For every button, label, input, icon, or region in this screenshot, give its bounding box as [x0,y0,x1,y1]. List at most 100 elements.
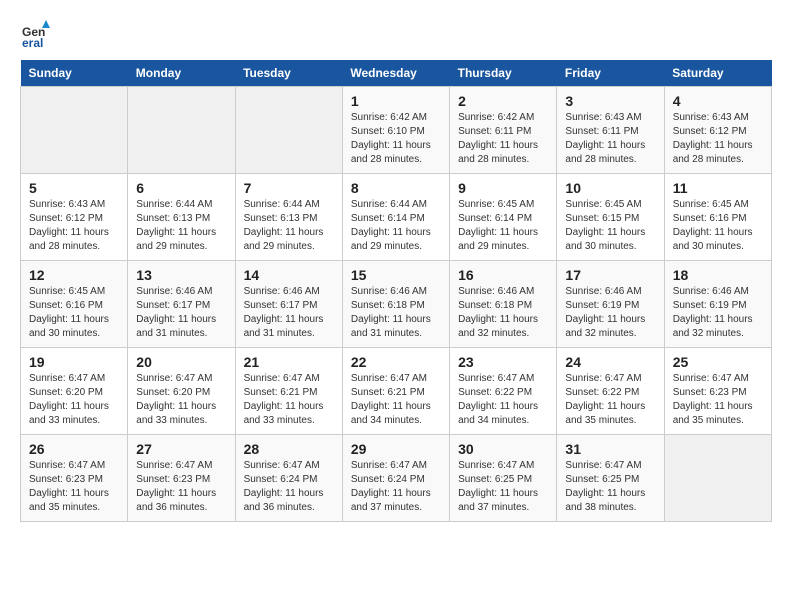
calendar-cell [235,87,342,174]
day-info: Sunrise: 6:44 AM Sunset: 6:13 PM Dayligh… [136,198,226,254]
day-info: Sunrise: 6:47 AM Sunset: 6:21 PM Dayligh… [351,372,441,428]
calendar-body: 1 Sunrise: 6:42 AM Sunset: 6:10 PM Daylig… [21,87,772,522]
calendar-day-header: Friday [557,60,664,87]
day-number: 25 [673,354,763,370]
day-number: 21 [244,354,334,370]
day-info: Sunrise: 6:45 AM Sunset: 6:16 PM Dayligh… [673,198,763,254]
day-number: 24 [565,354,655,370]
day-number: 30 [458,441,548,457]
day-number: 5 [29,180,119,196]
day-info: Sunrise: 6:47 AM Sunset: 6:24 PM Dayligh… [244,459,334,515]
calendar-cell: 25 Sunrise: 6:47 AM Sunset: 6:23 PM Dayli… [664,348,771,435]
calendar-week-row: 1 Sunrise: 6:42 AM Sunset: 6:10 PM Daylig… [21,87,772,174]
calendar-header-row: SundayMondayTuesdayWednesdayThursdayFrid… [21,60,772,87]
day-number: 13 [136,267,226,283]
day-number: 4 [673,93,763,109]
day-number: 14 [244,267,334,283]
day-info: Sunrise: 6:43 AM Sunset: 6:12 PM Dayligh… [673,111,763,167]
calendar-day-header: Sunday [21,60,128,87]
page-header: Gen eral [20,20,772,50]
day-info: Sunrise: 6:47 AM Sunset: 6:20 PM Dayligh… [136,372,226,428]
calendar-day-header: Monday [128,60,235,87]
day-number: 17 [565,267,655,283]
day-number: 27 [136,441,226,457]
day-number: 15 [351,267,441,283]
day-number: 3 [565,93,655,109]
day-info: Sunrise: 6:47 AM Sunset: 6:25 PM Dayligh… [565,459,655,515]
day-number: 10 [565,180,655,196]
day-info: Sunrise: 6:46 AM Sunset: 6:18 PM Dayligh… [458,285,548,341]
day-number: 20 [136,354,226,370]
calendar-cell: 27 Sunrise: 6:47 AM Sunset: 6:23 PM Dayli… [128,435,235,522]
day-info: Sunrise: 6:45 AM Sunset: 6:16 PM Dayligh… [29,285,119,341]
day-info: Sunrise: 6:47 AM Sunset: 6:22 PM Dayligh… [565,372,655,428]
day-number: 2 [458,93,548,109]
day-info: Sunrise: 6:45 AM Sunset: 6:15 PM Dayligh… [565,198,655,254]
calendar-cell: 14Sunrise: 6:46 AM Sunset: 6:17 PM Dayli… [235,261,342,348]
day-info: Sunrise: 6:47 AM Sunset: 6:23 PM Dayligh… [29,459,119,515]
calendar-cell [128,87,235,174]
day-info: Sunrise: 6:42 AM Sunset: 6:10 PM Dayligh… [351,111,441,167]
calendar-day-header: Saturday [664,60,771,87]
calendar-cell: 7Sunrise: 6:44 AM Sunset: 6:13 PM Daylig… [235,174,342,261]
calendar-cell: 21 Sunrise: 6:47 AM Sunset: 6:21 PM Dayli… [235,348,342,435]
day-info: Sunrise: 6:47 AM Sunset: 6:21 PM Dayligh… [244,372,334,428]
day-number: 28 [244,441,334,457]
calendar-cell: 10 Sunrise: 6:45 AM Sunset: 6:15 PM Dayli… [557,174,664,261]
calendar-cell: 9 Sunrise: 6:45 AM Sunset: 6:14 PM Daylig… [450,174,557,261]
calendar-cell: 2 Sunrise: 6:42 AM Sunset: 6:11 PM Daylig… [450,87,557,174]
calendar-cell: 13 Sunrise: 6:46 AM Sunset: 6:17 PM Dayli… [128,261,235,348]
day-number: 31 [565,441,655,457]
day-number: 8 [351,180,441,196]
calendar-cell: 22Sunrise: 6:47 AM Sunset: 6:21 PM Dayli… [342,348,449,435]
calendar-cell: 18 Sunrise: 6:46 AM Sunset: 6:19 PM Dayli… [664,261,771,348]
day-info: Sunrise: 6:46 AM Sunset: 6:18 PM Dayligh… [351,285,441,341]
svg-text:eral: eral [22,36,43,50]
day-info: Sunrise: 6:46 AM Sunset: 6:19 PM Dayligh… [673,285,763,341]
calendar-cell: 8 Sunrise: 6:44 AM Sunset: 6:14 PM Daylig… [342,174,449,261]
calendar-week-row: 12Sunrise: 6:45 AM Sunset: 6:16 PM Dayli… [21,261,772,348]
calendar-cell: 4 Sunrise: 6:43 AM Sunset: 6:12 PM Daylig… [664,87,771,174]
day-info: Sunrise: 6:46 AM Sunset: 6:17 PM Dayligh… [136,285,226,341]
day-number: 18 [673,267,763,283]
day-info: Sunrise: 6:45 AM Sunset: 6:14 PM Dayligh… [458,198,548,254]
calendar-day-header: Tuesday [235,60,342,87]
calendar-cell: 15 Sunrise: 6:46 AM Sunset: 6:18 PM Dayli… [342,261,449,348]
calendar-cell: 26 Sunrise: 6:47 AM Sunset: 6:23 PM Dayli… [21,435,128,522]
day-number: 6 [136,180,226,196]
calendar-day-header: Wednesday [342,60,449,87]
day-number: 19 [29,354,119,370]
calendar-cell: 19 Sunrise: 6:47 AM Sunset: 6:20 PM Dayli… [21,348,128,435]
calendar-cell: 30Sunrise: 6:47 AM Sunset: 6:25 PM Dayli… [450,435,557,522]
calendar-week-row: 26 Sunrise: 6:47 AM Sunset: 6:23 PM Dayli… [21,435,772,522]
day-number: 7 [244,180,334,196]
day-info: Sunrise: 6:47 AM Sunset: 6:24 PM Dayligh… [351,459,441,515]
calendar-cell: 17Sunrise: 6:46 AM Sunset: 6:19 PM Dayli… [557,261,664,348]
calendar-week-row: 5 Sunrise: 6:43 AM Sunset: 6:12 PM Daylig… [21,174,772,261]
calendar-cell: 11 Sunrise: 6:45 AM Sunset: 6:16 PM Dayli… [664,174,771,261]
calendar-cell: 29Sunrise: 6:47 AM Sunset: 6:24 PM Dayli… [342,435,449,522]
calendar-cell: 28 Sunrise: 6:47 AM Sunset: 6:24 PM Dayli… [235,435,342,522]
calendar-cell: 1 Sunrise: 6:42 AM Sunset: 6:10 PM Daylig… [342,87,449,174]
day-number: 26 [29,441,119,457]
day-info: Sunrise: 6:42 AM Sunset: 6:11 PM Dayligh… [458,111,548,167]
day-info: Sunrise: 6:43 AM Sunset: 6:12 PM Dayligh… [29,198,119,254]
day-info: Sunrise: 6:47 AM Sunset: 6:22 PM Dayligh… [458,372,548,428]
calendar-cell: 20 Sunrise: 6:47 AM Sunset: 6:20 PM Dayli… [128,348,235,435]
calendar-cell: 6 Sunrise: 6:44 AM Sunset: 6:13 PM Daylig… [128,174,235,261]
day-info: Sunrise: 6:44 AM Sunset: 6:14 PM Dayligh… [351,198,441,254]
calendar-cell [21,87,128,174]
day-info: Sunrise: 6:47 AM Sunset: 6:23 PM Dayligh… [136,459,226,515]
day-info: Sunrise: 6:47 AM Sunset: 6:23 PM Dayligh… [673,372,763,428]
day-info: Sunrise: 6:43 AM Sunset: 6:11 PM Dayligh… [565,111,655,167]
calendar-week-row: 19 Sunrise: 6:47 AM Sunset: 6:20 PM Dayli… [21,348,772,435]
day-number: 9 [458,180,548,196]
calendar-cell: 12Sunrise: 6:45 AM Sunset: 6:16 PM Dayli… [21,261,128,348]
day-number: 1 [351,93,441,109]
day-info: Sunrise: 6:47 AM Sunset: 6:20 PM Dayligh… [29,372,119,428]
day-number: 11 [673,180,763,196]
calendar-cell: 5 Sunrise: 6:43 AM Sunset: 6:12 PM Daylig… [21,174,128,261]
calendar-cell: 31 Sunrise: 6:47 AM Sunset: 6:25 PM Dayli… [557,435,664,522]
calendar-cell [664,435,771,522]
day-number: 23 [458,354,548,370]
